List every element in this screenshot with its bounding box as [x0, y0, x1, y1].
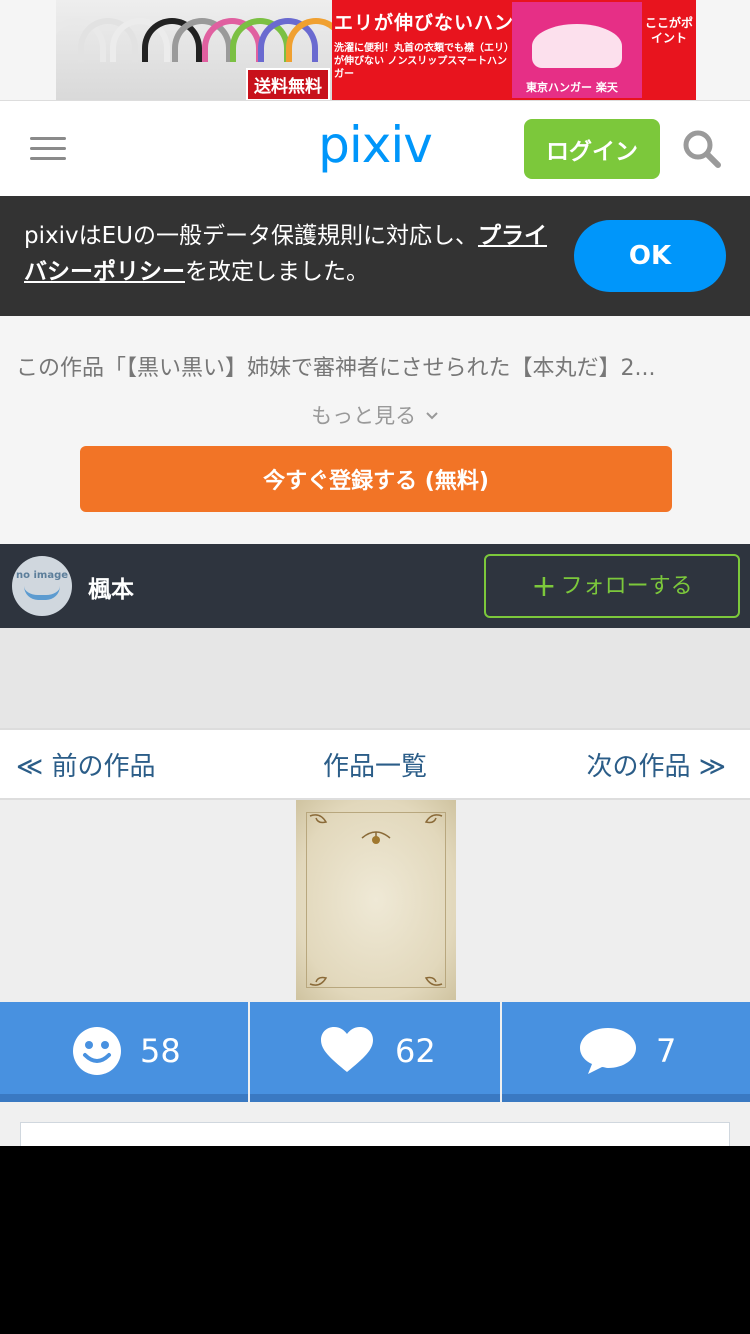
ad-photo: 送料無料: [56, 0, 332, 100]
gdpr-banner: pixivはEUの一般データ保護規則に対応し、プライバシーポリシーを改定しました…: [0, 196, 750, 316]
like-count: 62: [395, 1032, 436, 1070]
comment-bubble-icon: [580, 1028, 636, 1074]
artwork-thumbnail[interactable]: [296, 800, 456, 1000]
good-button[interactable]: 58: [0, 1002, 248, 1102]
site-header: pixiv ログイン: [0, 100, 750, 196]
ad-shop-name: 東京ハンガー 楽天: [526, 81, 618, 94]
follow-button[interactable]: + フォローする: [484, 554, 740, 618]
more-label: もっと見る: [311, 404, 417, 428]
author-name[interactable]: 楓本: [88, 570, 134, 604]
ad-banner[interactable]: 送料無料 エリが伸びないハンガー 洗濯に便利！丸首の衣類でも襟（エリ）が伸びない…: [56, 0, 696, 100]
stats-bar: 58 62 7: [0, 1002, 750, 1102]
ad-spacer: [0, 628, 750, 728]
artwork-area: [0, 800, 750, 1002]
gdpr-message: pixivはEUの一般データ保護規則に対応し、プライバシーポリシーを改定しました…: [24, 218, 554, 290]
plus-icon: +: [531, 569, 557, 604]
gdpr-text-after: を改定しました。: [185, 259, 369, 285]
pixiv-logo[interactable]: pixiv: [300, 116, 450, 176]
gdpr-ok-button[interactable]: OK: [574, 220, 726, 292]
good-count: 58: [140, 1032, 181, 1070]
register-button[interactable]: 今すぐ登録する (無料): [80, 446, 672, 512]
ad-point-label: ここがポイント: [644, 16, 693, 45]
comment-button[interactable]: 7: [502, 1002, 750, 1102]
ornament-icon: [309, 814, 443, 986]
next-work-link[interactable]: 次の作品 ≫: [587, 746, 726, 783]
gdpr-text-before: pixivはEUの一般データ保護規則に対応し、: [24, 223, 478, 249]
prev-work-link[interactable]: ≪ 前の作品: [16, 746, 155, 783]
notice-text: この作品「【黒い黒い】姉妹で審神者にさせられた【本丸だ】2...: [16, 356, 656, 381]
login-button[interactable]: ログイン: [524, 119, 660, 179]
search-icon[interactable]: [682, 129, 722, 169]
signup-notice: この作品「【黒い黒い】姉妹で審神者にさせられた【本丸だ】2... もっと見る 今…: [0, 316, 750, 544]
like-button[interactable]: 62: [250, 1002, 500, 1102]
ad-shipping-badge: 送料無料: [246, 68, 330, 100]
heart-icon: [321, 1027, 373, 1072]
content-card: [20, 1122, 730, 1146]
follow-label: フォローする: [560, 574, 693, 599]
avatar-placeholder-text: no image: [16, 570, 69, 581]
ad-strip: 送料無料 エリが伸びないハンガー 洗濯に便利！丸首の衣類でも襟（エリ）が伸びない…: [0, 0, 750, 100]
avatar[interactable]: no image: [12, 556, 72, 616]
chevron-down-icon: [426, 412, 438, 420]
app-viewport: 送料無料 エリが伸びないハンガー 洗濯に便利！丸首の衣類でも襟（エリ）が伸びない…: [0, 0, 750, 1146]
comment-count: 7: [656, 1032, 677, 1070]
avatar-smile-icon: [24, 586, 60, 600]
ad-subtitle: 洗濯に便利！丸首の衣類でも襟（エリ）が伸びない ノンスリップスマートハンガー: [334, 43, 514, 80]
more-link[interactable]: もっと見る: [0, 400, 750, 430]
author-bar: no image 楓本 + フォローする: [0, 544, 750, 628]
smile-icon: [73, 1027, 121, 1075]
work-navigation: 作品一覧 ≪ 前の作品 次の作品 ≫: [0, 728, 750, 800]
hanger-image: [532, 24, 622, 68]
hamburger-menu-icon[interactable]: [30, 137, 66, 161]
